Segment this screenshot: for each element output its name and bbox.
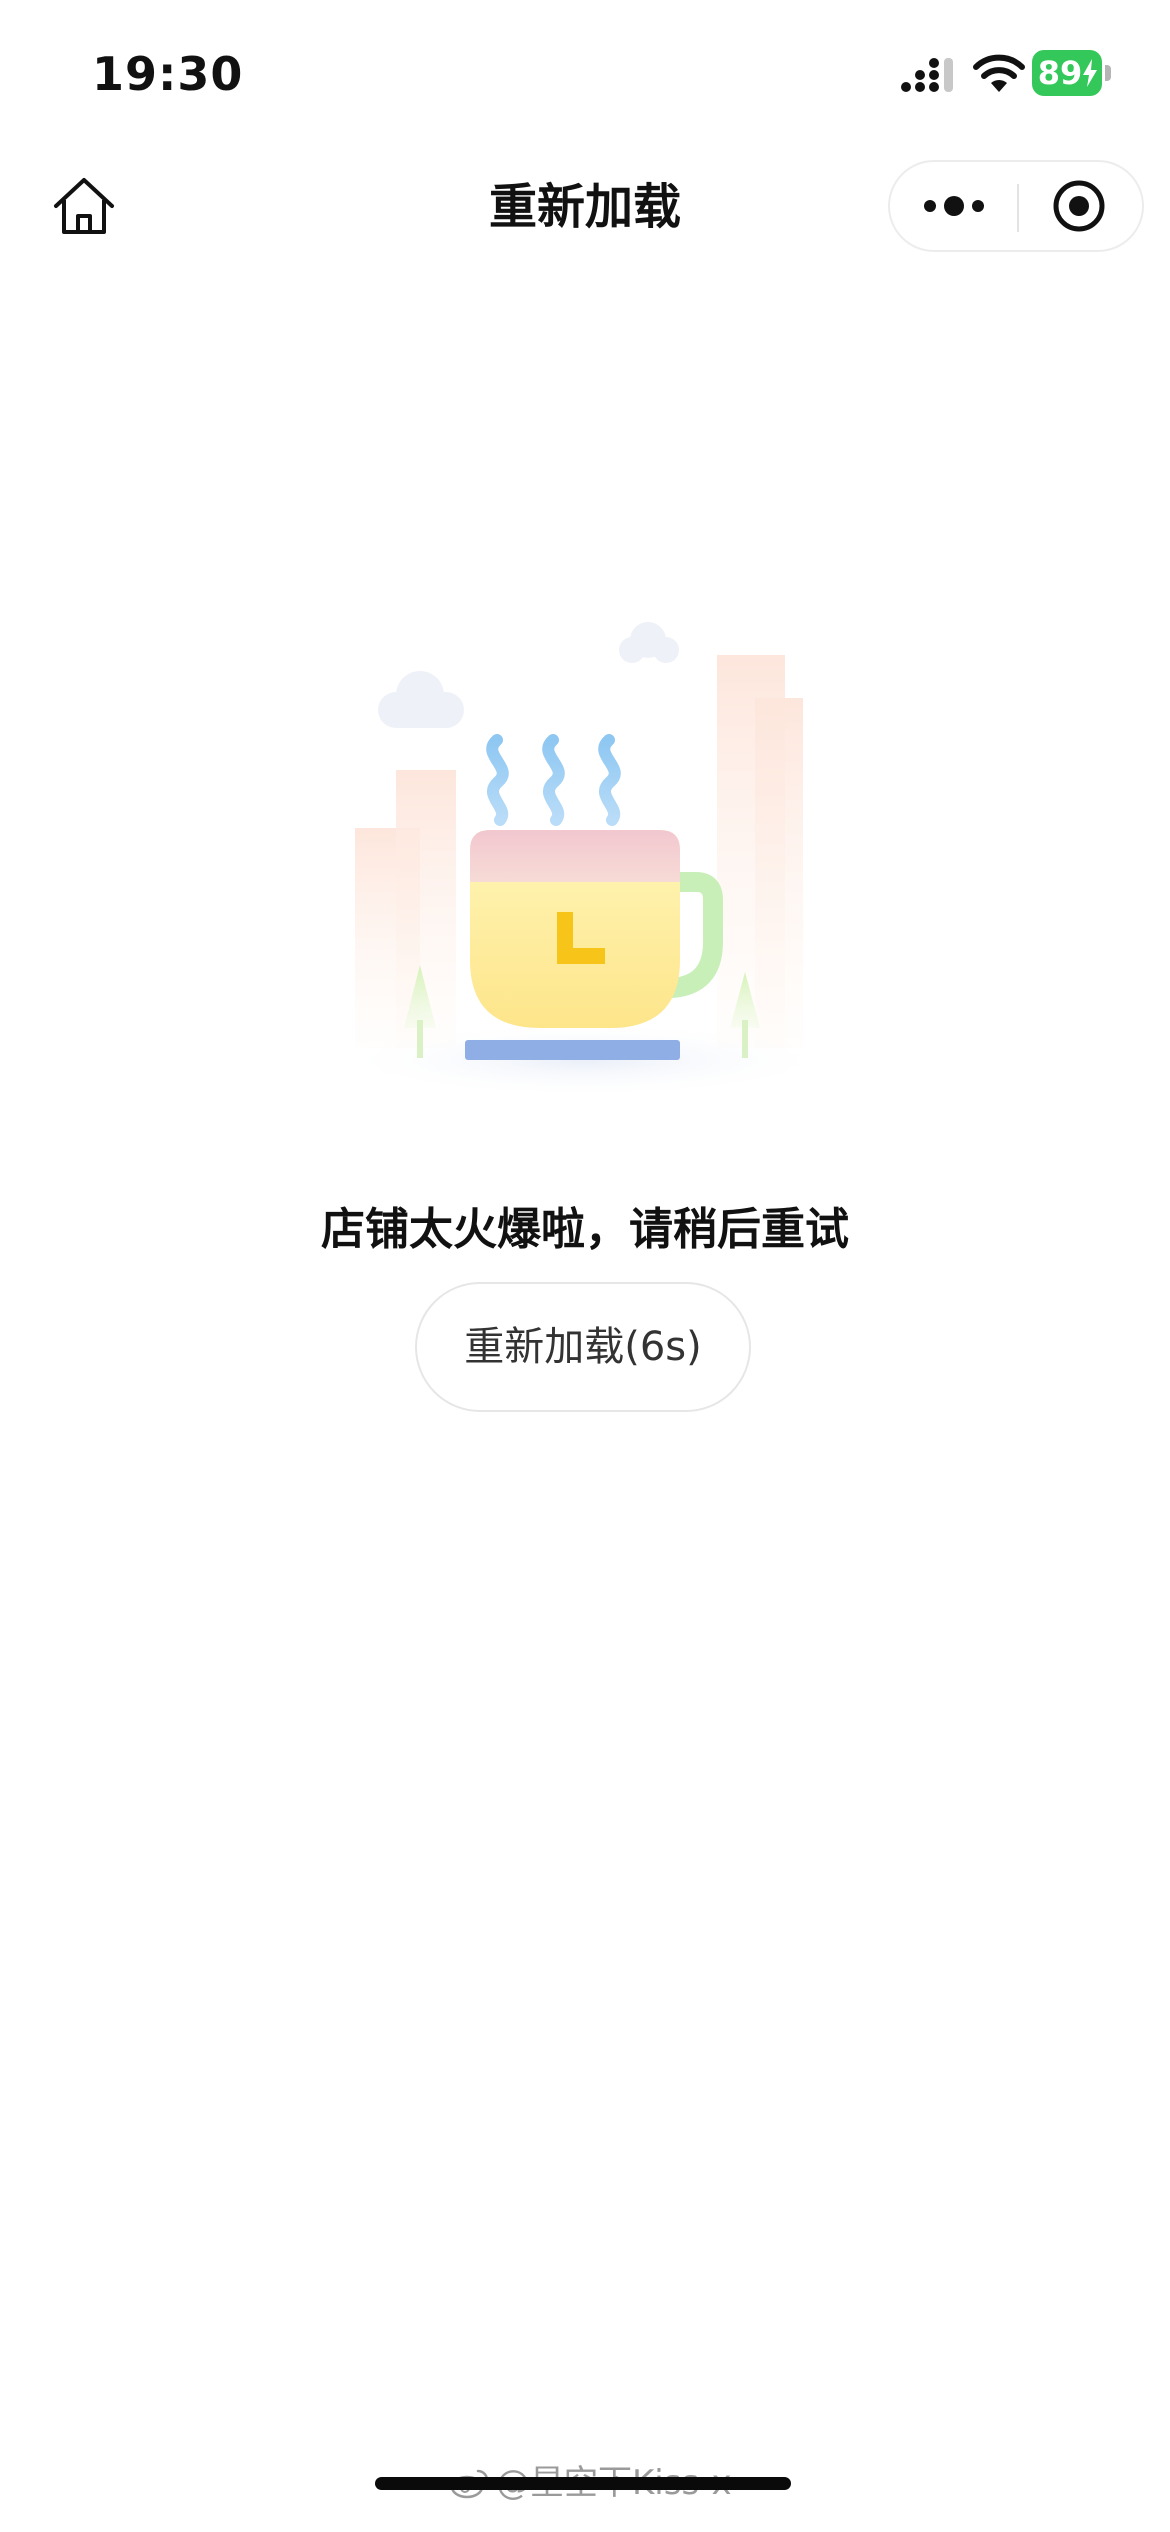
status-time: 19:30 [92,47,244,101]
battery-percent: 89 [1037,54,1083,92]
page-title: 重新加载 [488,179,681,235]
reload-button[interactable]: 重新加载(6s) [415,1282,751,1412]
more-button[interactable] [890,162,1017,250]
battery-cap [1105,65,1111,81]
coffee-cup-busy-illustration [335,622,835,1098]
wifi-icon [973,54,1025,92]
cellular-signal-icon [901,58,953,92]
home-indicator[interactable] [375,2477,791,2490]
target-close-icon [1053,180,1105,232]
battery-charging-icon: 89 [1032,50,1114,96]
close-mini-program-button[interactable] [1019,162,1142,250]
more-dots-icon [924,196,984,216]
mini-program-capsule [888,160,1144,252]
error-message: 店铺太火爆啦，请稍后重试 [321,1204,849,1255]
charging-bolt-icon [1083,59,1097,87]
home-icon [54,178,114,234]
home-button[interactable] [48,170,120,242]
